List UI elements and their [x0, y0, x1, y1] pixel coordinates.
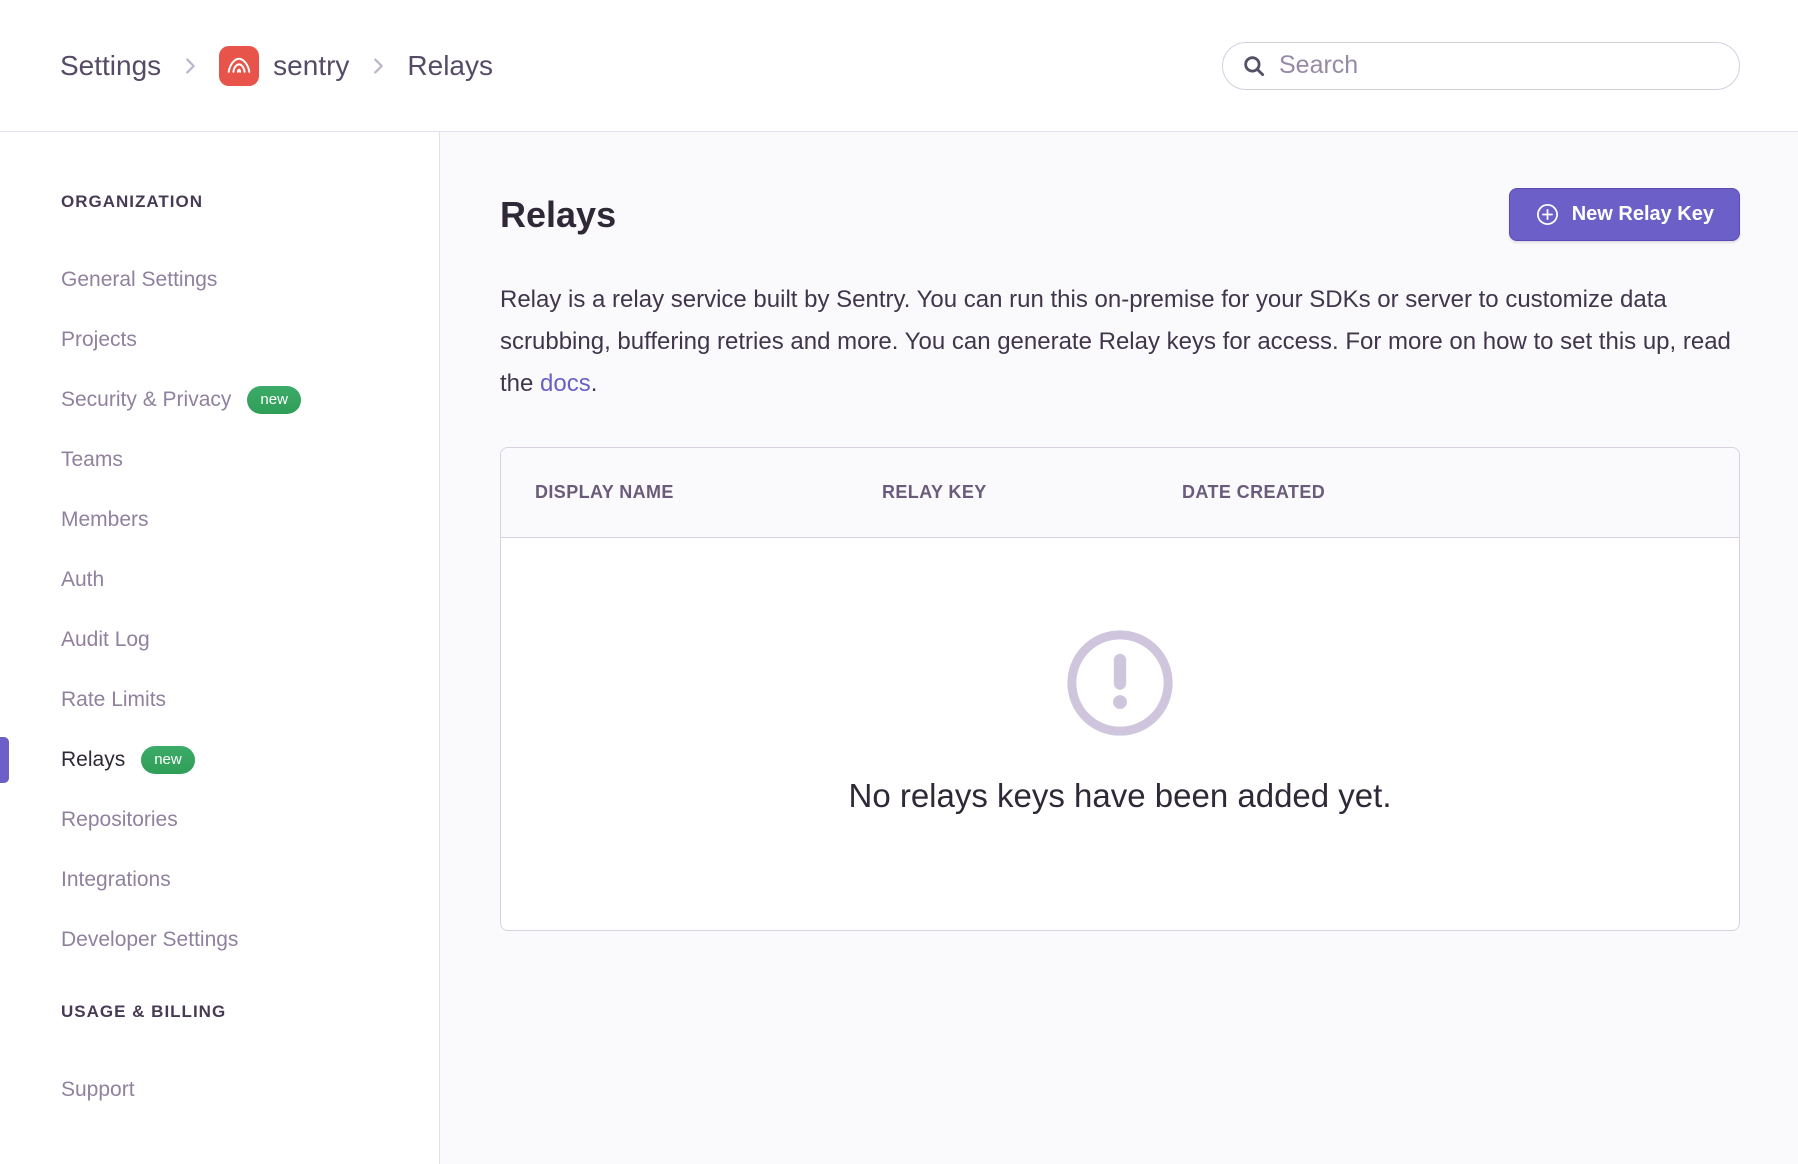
- sidebar-item-security-privacy[interactable]: Security & Privacy new: [0, 370, 439, 430]
- empty-state-message: No relays keys have been added yet.: [848, 777, 1391, 815]
- breadcrumb-current-page[interactable]: Relays: [407, 50, 493, 82]
- sidebar-item-label: Audit Log: [61, 628, 150, 652]
- sidebar-item-label: Members: [61, 508, 149, 532]
- column-header-date-created: DATE CREATED: [1182, 482, 1739, 503]
- sidebar-section-gap: [0, 970, 439, 1002]
- search-input[interactable]: [1279, 51, 1721, 80]
- search-icon: [1241, 53, 1267, 79]
- plus-circle-icon: [1535, 202, 1560, 227]
- breadcrumb: Settings sentry Relays: [60, 46, 493, 86]
- sidebar-item-label: Integrations: [61, 868, 171, 892]
- new-relay-key-label: New Relay Key: [1572, 203, 1714, 226]
- table-header-row: DISPLAY NAME RELAY KEY DATE CREATED: [501, 448, 1739, 538]
- sidebar-item-label: Developer Settings: [61, 928, 238, 952]
- sidebar-item-label: Projects: [61, 328, 137, 352]
- sidebar-item-integrations[interactable]: Integrations: [0, 850, 439, 910]
- sentry-logo-icon: [219, 46, 259, 86]
- sidebar-item-label: Auth: [61, 568, 104, 592]
- sidebar-section-usage-billing: USAGE & BILLING: [0, 1002, 439, 1022]
- page-title: Relays: [500, 194, 616, 236]
- new-badge: new: [247, 386, 301, 414]
- main-content: Relays New Relay Key Relay is a relay se…: [440, 132, 1798, 1164]
- sidebar-item-label: Security & Privacy: [61, 388, 231, 412]
- sidebar-item-label: Teams: [61, 448, 123, 472]
- breadcrumb-settings[interactable]: Settings: [60, 50, 161, 82]
- chevron-right-icon: [367, 55, 389, 77]
- docs-link[interactable]: docs: [540, 370, 591, 397]
- page-body: ORGANIZATION General Settings Projects S…: [0, 132, 1798, 1164]
- column-header-display-name: DISPLAY NAME: [535, 482, 882, 503]
- new-badge: new: [141, 746, 195, 774]
- sidebar-item-label: Relays: [61, 748, 125, 772]
- sidebar-item-relays[interactable]: Relays new: [0, 730, 439, 790]
- search-box[interactable]: [1222, 42, 1740, 90]
- sidebar-item-projects[interactable]: Projects: [0, 310, 439, 370]
- settings-sidebar: ORGANIZATION General Settings Projects S…: [0, 132, 440, 1164]
- sidebar-item-members[interactable]: Members: [0, 490, 439, 550]
- sidebar-item-label: Rate Limits: [61, 688, 166, 712]
- description-period: .: [591, 370, 598, 397]
- sidebar-item-audit-log[interactable]: Audit Log: [0, 610, 439, 670]
- sidebar-item-label: Support: [61, 1078, 135, 1102]
- sidebar-item-teams[interactable]: Teams: [0, 430, 439, 490]
- sidebar-section-organization: ORGANIZATION: [0, 192, 439, 212]
- main-header: Relays New Relay Key: [500, 188, 1740, 241]
- sidebar-item-rate-limits[interactable]: Rate Limits: [0, 670, 439, 730]
- sidebar-item-auth[interactable]: Auth: [0, 550, 439, 610]
- breadcrumb-organization[interactable]: sentry: [219, 46, 349, 86]
- sidebar-item-developer-settings[interactable]: Developer Settings: [0, 910, 439, 970]
- column-header-relay-key: RELAY KEY: [882, 482, 1182, 503]
- sidebar-item-repositories[interactable]: Repositories: [0, 790, 439, 850]
- chevron-right-icon: [179, 55, 201, 77]
- relay-keys-table: DISPLAY NAME RELAY KEY DATE CREATED No r…: [500, 447, 1740, 931]
- relays-description: Relay is a relay service built by Sentry…: [500, 279, 1740, 405]
- description-text: Relay is a relay service built by Sentry…: [500, 286, 1731, 397]
- exclamation-circle-icon: [1064, 627, 1176, 739]
- sidebar-item-label: Repositories: [61, 808, 178, 832]
- sidebar-item-general-settings[interactable]: General Settings: [0, 250, 439, 310]
- breadcrumb-org-label: sentry: [273, 50, 349, 82]
- settings-app: Settings sentry Relays: [0, 0, 1798, 1164]
- sidebar-item-support[interactable]: Support: [0, 1060, 439, 1120]
- empty-state: No relays keys have been added yet.: [501, 538, 1739, 930]
- sidebar-item-label: General Settings: [61, 268, 217, 292]
- new-relay-key-button[interactable]: New Relay Key: [1509, 188, 1740, 241]
- top-header: Settings sentry Relays: [0, 0, 1798, 132]
